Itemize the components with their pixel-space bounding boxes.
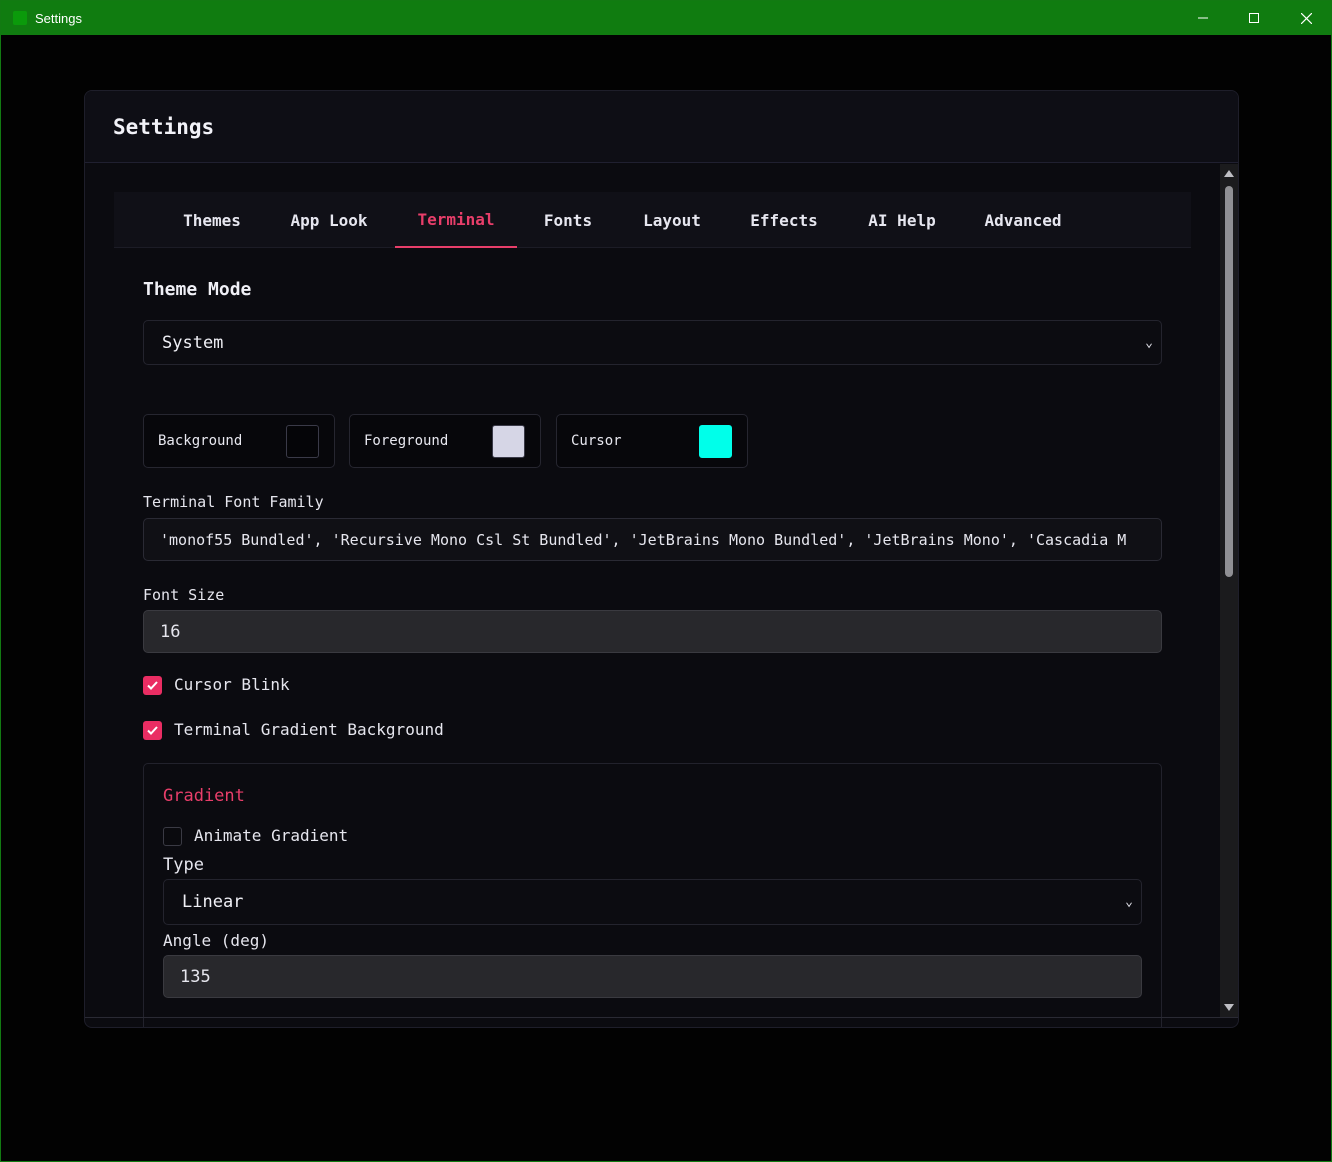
gradient-type-value: Linear: [182, 892, 244, 912]
theme-mode-value: System: [162, 332, 224, 353]
font-size-label: Font Size: [143, 586, 225, 604]
foreground-color-swatch[interactable]: [492, 425, 525, 458]
dialog-title: Settings: [113, 115, 215, 139]
scrollbar[interactable]: [1220, 164, 1238, 1017]
gradient-angle-input[interactable]: 135: [163, 955, 1142, 998]
tab-ai-help[interactable]: AI Help: [866, 192, 938, 248]
maximize-icon: [1249, 13, 1259, 23]
tab-advanced[interactable]: Advanced: [983, 192, 1063, 248]
tab-terminal[interactable]: Terminal: [395, 192, 517, 248]
gradient-type-label: Type: [163, 855, 204, 875]
background-color-card[interactable]: Background: [143, 414, 335, 468]
theme-mode-title: Theme Mode: [143, 279, 252, 300]
app-icon: [13, 11, 27, 25]
chevron-down-icon: ⌄: [1145, 335, 1153, 350]
scroll-down-icon[interactable]: [1224, 1004, 1234, 1011]
cursor-blink-label: Cursor Blink: [174, 675, 290, 694]
close-icon: [1300, 12, 1312, 24]
animate-gradient-label: Animate Gradient: [194, 826, 349, 845]
settings-window: Settings Settings Themes App Look Termin…: [0, 0, 1332, 1162]
font-size-input[interactable]: 16: [143, 610, 1162, 653]
background-color-label: Background: [158, 433, 243, 449]
dialog-footer-divider: [85, 1017, 1238, 1018]
minimize-icon: [1198, 17, 1208, 19]
animate-gradient-checkbox[interactable]: [163, 827, 182, 846]
theme-mode-select[interactable]: System ⌄: [143, 320, 1162, 365]
dialog-header: Settings: [85, 91, 1238, 163]
foreground-color-card[interactable]: Foreground: [349, 414, 541, 468]
tab-effects[interactable]: Effects: [749, 192, 819, 248]
scroll-up-icon[interactable]: [1224, 170, 1234, 177]
scrollbar-thumb[interactable]: [1225, 186, 1233, 577]
cursor-color-card[interactable]: Cursor: [556, 414, 748, 468]
tab-bar: Themes App Look Terminal Fonts Layout Ef…: [114, 192, 1191, 248]
check-icon: [147, 681, 158, 690]
gradient-panel: Gradient Animate Gradient Type Linear ⌄ …: [143, 763, 1162, 1027]
cursor-blink-checkbox[interactable]: [143, 676, 162, 695]
maximize-button[interactable]: [1228, 1, 1280, 35]
background-color-swatch[interactable]: [286, 425, 319, 458]
gradient-angle-label: Angle (deg): [163, 931, 269, 950]
chevron-down-icon: ⌄: [1125, 894, 1133, 910]
gradient-title: Gradient: [163, 786, 245, 806]
minimize-button[interactable]: [1177, 1, 1229, 35]
close-button[interactable]: [1280, 1, 1332, 35]
tab-themes[interactable]: Themes: [180, 192, 244, 248]
tab-app-look[interactable]: App Look: [288, 192, 370, 248]
tab-layout[interactable]: Layout: [641, 192, 703, 248]
gradient-type-select[interactable]: Linear ⌄: [163, 879, 1142, 925]
cursor-color-swatch[interactable]: [699, 425, 732, 458]
font-family-input[interactable]: 'monof55 Bundled', 'Recursive Mono Csl S…: [143, 518, 1162, 561]
window-title: Settings: [35, 11, 82, 26]
check-icon: [147, 726, 158, 735]
tab-fonts[interactable]: Fonts: [540, 192, 596, 248]
title-bar: Settings: [1, 1, 1331, 35]
gradient-background-checkbox[interactable]: [143, 721, 162, 740]
foreground-color-label: Foreground: [364, 433, 449, 449]
font-family-label: Terminal Font Family: [143, 493, 324, 511]
gradient-background-label: Terminal Gradient Background: [174, 720, 444, 739]
cursor-color-label: Cursor: [571, 433, 622, 449]
settings-dialog: Settings Themes App Look Terminal Fonts …: [84, 90, 1239, 1028]
